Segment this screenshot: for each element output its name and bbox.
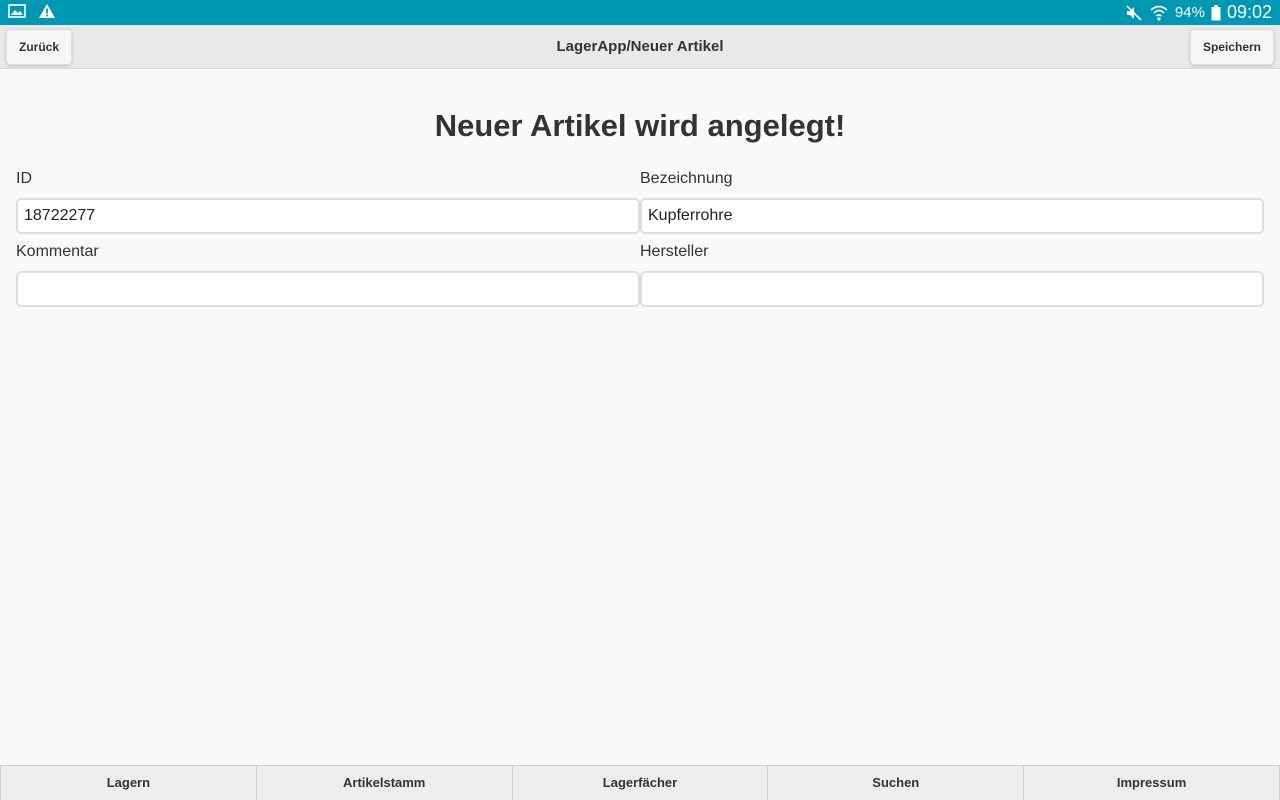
bottom-tab-bar: Lagern Artikelstamm Lagerfächer Suchen I…: [0, 765, 1280, 800]
hersteller-label: Hersteller: [640, 243, 709, 260]
tab-lagern[interactable]: Lagern: [0, 766, 256, 800]
hersteller-input[interactable]: [640, 271, 1264, 307]
tab-lagerfaecher[interactable]: Lagerfächer: [511, 766, 768, 800]
form-heading: Neuer Artikel wird angelegt!: [434, 108, 846, 143]
bezeichnung-input[interactable]: Kupferrohre: [640, 198, 1264, 234]
tab-artikelstamm[interactable]: Artikelstamm: [255, 766, 512, 800]
status-bar: 94% 09:02: [0, 0, 1280, 25]
battery-icon: [1211, 4, 1221, 21]
status-bar-system: 94% 09:02: [1125, 2, 1272, 23]
save-button[interactable]: Speichern: [1189, 29, 1274, 65]
battery-level: 94%: [1174, 4, 1205, 21]
tab-suchen[interactable]: Suchen: [767, 766, 1023, 800]
kommentar-input[interactable]: [16, 271, 640, 307]
bezeichnung-label: Bezeichnung: [640, 170, 733, 187]
id-label: ID: [16, 170, 32, 187]
mute-icon: [1125, 4, 1143, 21]
status-bar-notifications: [8, 3, 56, 19]
tab-impressum[interactable]: Impressum: [1023, 766, 1280, 800]
app-header: Zurück LagerApp/Neuer Artikel Speichern: [0, 25, 1280, 69]
warning-icon: [38, 3, 56, 19]
image-notification-icon: [8, 3, 26, 19]
id-input[interactable]: 18722277: [16, 198, 640, 234]
wifi-icon: [1149, 4, 1169, 22]
clock: 09:02: [1226, 2, 1272, 22]
kommentar-label: Kommentar: [16, 243, 99, 260]
page-title: LagerApp/Neuer Artikel: [556, 38, 724, 55]
